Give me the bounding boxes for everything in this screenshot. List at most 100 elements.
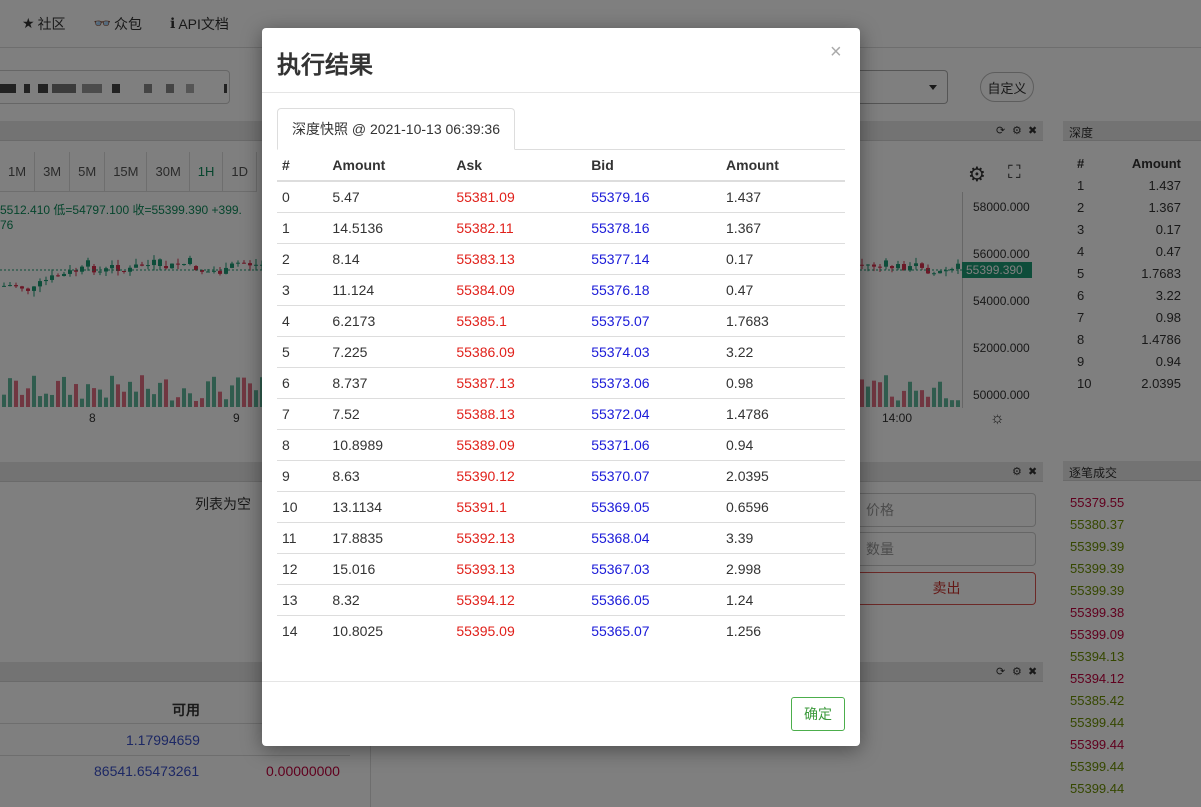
ask-price: 55383.13 [451, 242, 587, 274]
bid-amount: 1.24 [721, 583, 845, 615]
bid-price: 55375.07 [586, 304, 722, 336]
table-row: 4 6.2173 55385.1 55375.07 1.7683 [277, 304, 845, 336]
ask-amount: 8.737 [327, 366, 452, 398]
table-row: 12 15.016 55393.13 55367.03 2.998 [277, 552, 845, 584]
bid-amount: 2.998 [721, 552, 845, 584]
ask-price: 55389.09 [451, 428, 587, 460]
table-row: 11 17.8835 55392.13 55368.04 3.39 [277, 521, 845, 553]
column-header: Bid [586, 150, 722, 182]
ask-price: 55395.09 [451, 614, 587, 646]
bid-price: 55376.18 [586, 273, 722, 305]
bid-price: 55373.06 [586, 366, 722, 398]
bid-amount: 0.17 [721, 242, 845, 274]
ask-amount: 8.63 [327, 459, 452, 491]
table-row: 2 8.14 55383.13 55377.14 0.17 [277, 242, 845, 274]
ask-amount: 11.124 [327, 273, 452, 305]
modal-header: 执行结果 × [262, 28, 860, 93]
row-index: 7 [277, 397, 328, 429]
row-index: 3 [277, 273, 328, 305]
column-header: # [277, 150, 328, 182]
ask-price: 55390.12 [451, 459, 587, 491]
ask-amount: 7.52 [327, 397, 452, 429]
ask-amount: 17.8835 [327, 521, 452, 553]
row-index: 10 [277, 490, 328, 522]
bid-amount: 0.6596 [721, 490, 845, 522]
ask-price: 55385.1 [451, 304, 587, 336]
row-index: 1 [277, 211, 328, 243]
bid-price: 55377.14 [586, 242, 722, 274]
ask-price: 55382.11 [451, 211, 587, 243]
table-row: 0 5.47 55381.09 55379.16 1.437 [277, 181, 845, 212]
ask-price: 55386.09 [451, 335, 587, 367]
ask-amount: 7.225 [327, 335, 452, 367]
ask-amount: 10.8025 [327, 614, 452, 646]
table-row: 7 7.52 55388.13 55372.04 1.4786 [277, 397, 845, 429]
ask-amount: 5.47 [332, 188, 360, 205]
bid-amount: 1.4786 [721, 397, 845, 429]
bid-amount: 1.437 [726, 188, 762, 205]
bid-price: 55372.04 [586, 397, 722, 429]
row-index: 14 [277, 614, 328, 646]
row-index: 13 [277, 583, 328, 615]
row-index: 4 [277, 304, 328, 336]
ask-price: 55394.12 [451, 583, 587, 615]
column-header: Amount [327, 150, 452, 182]
bid-price: 55379.16 [591, 188, 650, 205]
bid-amount: 1.7683 [721, 304, 845, 336]
depth-table: # Amount Ask Bid Amount 0 5.47 55381.09 55379.1… [277, 150, 845, 646]
table-row: 13 8.32 55394.12 55366.05 1.24 [277, 583, 845, 615]
table-row: 8 10.8989 55389.09 55371.06 0.94 [277, 428, 845, 460]
table-row: 6 8.737 55387.13 55373.06 0.98 [277, 366, 845, 398]
result-modal: 执行结果 × 深度快照 @ 2021-10-13 06:39:36 # Amoun… [262, 28, 860, 746]
row-index: 9 [277, 459, 328, 491]
table-row: 5 7.225 55386.09 55374.03 3.22 [277, 335, 845, 367]
bid-price: 55365.07 [586, 614, 722, 646]
bid-amount: 1.367 [721, 211, 845, 243]
ask-amount: 8.14 [327, 242, 452, 274]
row-index: 11 [277, 521, 328, 553]
table-row: 14 10.8025 55395.09 55365.07 1.256 [277, 614, 845, 646]
bid-amount: 0.98 [721, 366, 845, 398]
bid-price: 55371.06 [586, 428, 722, 460]
ask-amount: 13.1134 [327, 490, 452, 522]
bid-price: 55369.05 [586, 490, 722, 522]
ask-price: 55393.13 [451, 552, 587, 584]
ask-amount: 8.32 [327, 583, 452, 615]
bid-amount: 0.47 [721, 273, 845, 305]
table-row: 1 14.5136 55382.11 55378.16 1.367 [277, 211, 845, 243]
bid-price: 55367.03 [586, 552, 722, 584]
ask-price: 55391.1 [451, 490, 587, 522]
column-header: Amount [721, 150, 845, 182]
row-index: 2 [277, 242, 328, 274]
bid-amount: 0.94 [721, 428, 845, 460]
ask-price: 55384.09 [451, 273, 587, 305]
ask-price: 55392.13 [451, 521, 587, 553]
column-header: Ask [451, 150, 587, 182]
table-row: 10 13.1134 55391.1 55369.05 0.6596 [277, 490, 845, 522]
bid-amount: 3.39 [721, 521, 845, 553]
bid-price: 55370.07 [586, 459, 722, 491]
modal-title: 执行结果 [277, 52, 373, 79]
tab-depth-snapshot[interactable]: 深度快照 @ 2021-10-13 06:39:36 [277, 108, 515, 150]
ask-amount: 10.8989 [327, 428, 452, 460]
bid-price: 55374.03 [586, 335, 722, 367]
ask-amount: 14.5136 [327, 211, 452, 243]
close-icon[interactable]: × [830, 42, 842, 62]
modal-footer [262, 681, 860, 746]
ask-price: 55381.09 [456, 188, 515, 205]
bid-amount: 1.256 [721, 614, 845, 646]
ask-price: 55387.13 [451, 366, 587, 398]
ask-amount: 6.2173 [327, 304, 452, 336]
bid-amount: 2.0395 [721, 459, 845, 491]
bid-price: 55366.05 [586, 583, 722, 615]
row-index: 6 [277, 366, 328, 398]
bid-price: 55368.04 [586, 521, 722, 553]
row-index: 8 [277, 428, 328, 460]
ok-button[interactable]: 确定 [791, 697, 845, 731]
row-index: 12 [277, 552, 328, 584]
bid-price: 55378.16 [586, 211, 722, 243]
bid-amount: 3.22 [721, 335, 845, 367]
table-row: 3 11.124 55384.09 55376.18 0.47 [277, 273, 845, 305]
row-index: 0 [282, 188, 290, 205]
row-index: 5 [277, 335, 328, 367]
